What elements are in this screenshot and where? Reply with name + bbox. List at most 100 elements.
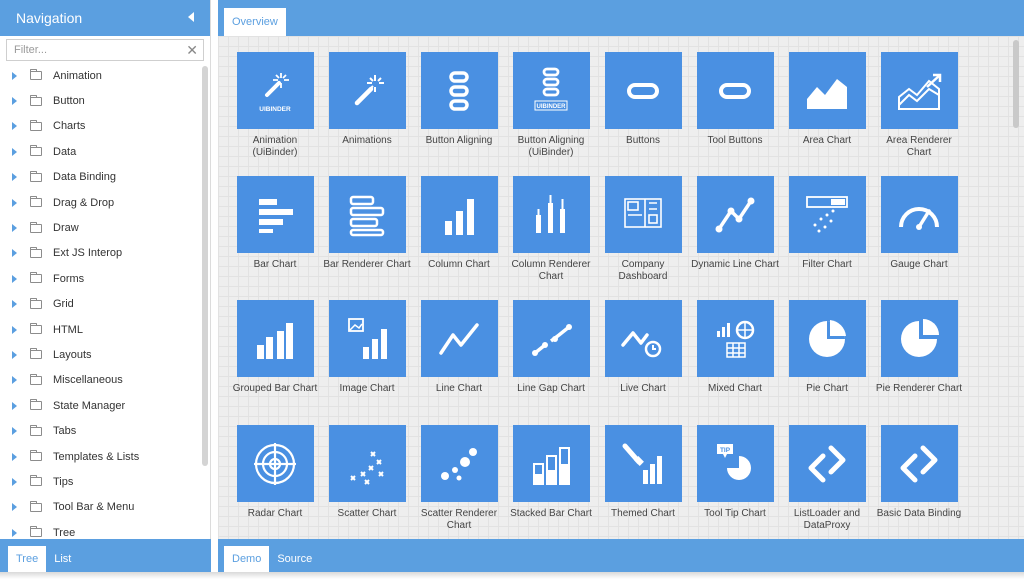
example-tile[interactable]: TIP Tool Tip Chart xyxy=(689,425,781,520)
expand-arrow-icon[interactable] xyxy=(12,376,17,385)
tile-label: Column Chart xyxy=(428,259,490,270)
collapse-arrow-icon[interactable] xyxy=(188,12,194,22)
example-tile[interactable]: Bar Renderer Chart xyxy=(321,176,413,271)
example-tile[interactable]: Dynamic Line Chart xyxy=(689,176,781,271)
example-tile[interactable]: Buttons xyxy=(597,52,689,147)
tab-tree[interactable]: Tree xyxy=(8,546,47,572)
example-tile[interactable]: Scatter Renderer Chart xyxy=(413,425,505,531)
example-tile[interactable]: Area Renderer Chart xyxy=(873,52,965,158)
expand-arrow-icon[interactable] xyxy=(12,300,17,309)
tree-item-grid[interactable]: Grid xyxy=(0,292,201,317)
tree-item-animation[interactable]: Animation xyxy=(0,63,201,88)
example-tile[interactable]: Live Chart xyxy=(597,300,689,395)
example-tile[interactable]: Bar Chart xyxy=(229,176,321,271)
tree-item-layouts[interactable]: Layouts xyxy=(0,342,201,367)
tree-item-charts[interactable]: Charts xyxy=(0,114,201,139)
expand-arrow-icon[interactable] xyxy=(12,147,17,156)
example-tile[interactable]: Image Chart xyxy=(321,300,413,395)
example-tile[interactable]: Company Dashboard xyxy=(597,176,689,282)
expand-arrow-icon[interactable] xyxy=(12,274,17,283)
expand-arrow-icon[interactable] xyxy=(12,452,17,461)
tile-label: Scatter Chart xyxy=(337,508,397,519)
tree-item-draw[interactable]: Draw xyxy=(0,215,201,240)
example-tile[interactable]: Tool Buttons xyxy=(689,52,781,147)
tree-item-drag-drop[interactable]: Drag & Drop xyxy=(0,190,201,215)
example-tile[interactable]: Pie Chart xyxy=(781,300,873,395)
example-tile[interactable]: Scatter Chart xyxy=(321,425,413,520)
expand-arrow-icon[interactable] xyxy=(12,350,17,359)
tree-item-tool-bar-menu[interactable]: Tool Bar & Menu xyxy=(0,495,201,520)
line-gap-chart-icon xyxy=(512,300,590,377)
tree-item-state-manager[interactable]: State Manager xyxy=(0,393,201,418)
clear-icon[interactable]: ✕ xyxy=(186,41,198,59)
example-tile[interactable]: Area Chart xyxy=(781,52,873,147)
main-scrollbar[interactable] xyxy=(1013,40,1019,128)
example-tile[interactable]: Filter Chart xyxy=(781,176,873,271)
example-tile[interactable]: Button Aligning xyxy=(413,52,505,147)
tree-item-data[interactable]: Data xyxy=(0,139,201,164)
example-tile[interactable]: Gauge Chart xyxy=(873,176,965,271)
expand-arrow-icon[interactable] xyxy=(12,97,17,106)
tree-scrollbar[interactable] xyxy=(202,66,208,466)
expand-arrow-icon[interactable] xyxy=(12,249,17,258)
example-tile[interactable]: Mixed Chart xyxy=(689,300,781,395)
tree-item-html[interactable]: HTML xyxy=(0,317,201,342)
tab-demo[interactable]: Demo xyxy=(224,546,270,572)
stacked-buttons-uibinder-icon: UIBINDER xyxy=(512,52,590,129)
area-renderer-chart-icon xyxy=(880,52,958,129)
example-tile[interactable]: Radar Chart xyxy=(229,425,321,520)
tile-label: ListLoader and DataProxy xyxy=(793,508,861,531)
example-tile[interactable]: Line Chart xyxy=(413,300,505,395)
svg-text:UIBINDER: UIBINDER xyxy=(259,106,291,113)
tree-item-label: Grid xyxy=(53,298,74,311)
tree-item-label: Button xyxy=(53,95,85,108)
tree-item-tree[interactable]: Tree xyxy=(0,520,201,539)
tile-label: Gauge Chart xyxy=(890,259,948,270)
tile-label: Scatter Renderer Chart xyxy=(420,508,498,531)
tile-label: Live Chart xyxy=(620,383,666,394)
example-tile[interactable]: Line Gap Chart xyxy=(505,300,597,395)
tree-item-forms[interactable]: Forms xyxy=(0,266,201,291)
expand-arrow-icon[interactable] xyxy=(12,325,17,334)
expand-arrow-icon[interactable] xyxy=(12,122,17,131)
example-tile[interactable]: Stacked Bar Chart xyxy=(505,425,597,520)
tree-item-miscellaneous[interactable]: Miscellaneous xyxy=(0,368,201,393)
tree-item-button[interactable]: Button xyxy=(0,88,201,113)
expand-arrow-icon[interactable] xyxy=(12,427,17,436)
expand-arrow-icon[interactable] xyxy=(12,198,17,207)
tree-item-tabs[interactable]: Tabs xyxy=(0,418,201,443)
expand-arrow-icon[interactable] xyxy=(12,528,17,537)
example-tile[interactable]: UIBINDER Animation (UiBinder) xyxy=(229,52,321,158)
example-tile[interactable]: Themed Chart xyxy=(597,425,689,520)
expand-arrow-icon[interactable] xyxy=(12,224,17,233)
expand-arrow-icon[interactable] xyxy=(12,477,17,486)
example-tile[interactable]: Basic Data Binding xyxy=(873,425,965,520)
tab-overview[interactable]: Overview xyxy=(224,8,286,36)
tree-item-templates-lists[interactable]: Templates & Lists xyxy=(0,444,201,469)
example-tile[interactable]: UIBINDER Button Aligning (UiBinder) xyxy=(505,52,597,158)
example-tile[interactable]: ListLoader and DataProxy xyxy=(781,425,873,531)
expand-arrow-icon[interactable] xyxy=(12,173,17,182)
folder-icon xyxy=(30,170,42,182)
filter-input[interactable] xyxy=(7,40,203,60)
example-tile[interactable]: Grouped Bar Chart xyxy=(229,300,321,395)
tree-item-ext-js-interop[interactable]: Ext JS Interop xyxy=(0,241,201,266)
expand-arrow-icon[interactable] xyxy=(12,503,17,512)
tree-item-tips[interactable]: Tips xyxy=(0,469,201,494)
example-tile[interactable]: Column Chart xyxy=(413,176,505,271)
expand-arrow-icon[interactable] xyxy=(12,71,17,80)
tree-item-data-binding[interactable]: Data Binding xyxy=(0,165,201,190)
example-tile[interactable]: Column Renderer Chart xyxy=(505,176,597,282)
tile-label: Line Gap Chart xyxy=(517,383,585,394)
folder-icon xyxy=(30,526,42,538)
folder-icon xyxy=(30,94,42,106)
tab-list[interactable]: List xyxy=(46,546,79,572)
example-tile[interactable]: Pie Renderer Chart xyxy=(873,300,965,395)
expand-arrow-icon[interactable] xyxy=(12,401,17,410)
filter-box: ✕ xyxy=(6,39,204,61)
tree-item-label: Charts xyxy=(53,120,86,133)
tile-label: Button Aligning xyxy=(425,135,493,146)
example-tile[interactable]: Animations xyxy=(321,52,413,147)
tab-source[interactable]: Source xyxy=(269,546,320,572)
tile-label: Themed Chart xyxy=(611,508,675,519)
